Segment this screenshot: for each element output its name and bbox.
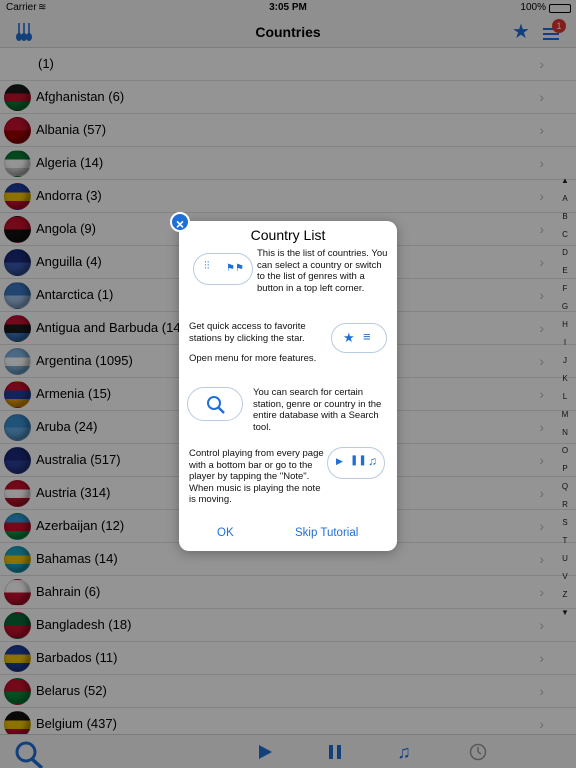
tutorial-text-player: Control playing from every page with a b…: [189, 448, 324, 505]
tutorial-dialog: × Country List ⫶⫶ ⚑⚑ This is the list of…: [170, 212, 397, 551]
ok-button[interactable]: OK: [217, 527, 234, 539]
tutorial-text-menu: Open menu for more features.: [189, 353, 317, 364]
pause-icon: ❚❚: [350, 455, 367, 466]
star-icon: ★: [343, 330, 355, 345]
guitars-icon: ⫶⫶: [204, 260, 210, 272]
tutorial-text-search: You can search for certain station, genr…: [253, 387, 382, 433]
play-icon: ▶: [336, 456, 343, 466]
tutorial-text-favorites: Get quick access to favorite stations by…: [189, 321, 306, 344]
country-flags-icon: ⚑⚑: [226, 263, 244, 274]
search-icon: [207, 396, 225, 414]
genres-cloud: ⫶⫶ ⚑⚑: [193, 253, 253, 285]
dialog-title: Country List: [250, 227, 326, 243]
player-cloud: ▶ ❚❚ ♫: [327, 447, 385, 479]
favorites-cloud: ★ ≡: [331, 323, 387, 353]
music-note-icon: ♫: [368, 454, 377, 468]
hamburger-icon: ≡: [363, 329, 371, 344]
tutorial-text-countries: This is the list of countries. You can s…: [257, 248, 388, 294]
search-cloud: [187, 387, 243, 421]
skip-tutorial-button[interactable]: Skip Tutorial: [295, 527, 358, 539]
